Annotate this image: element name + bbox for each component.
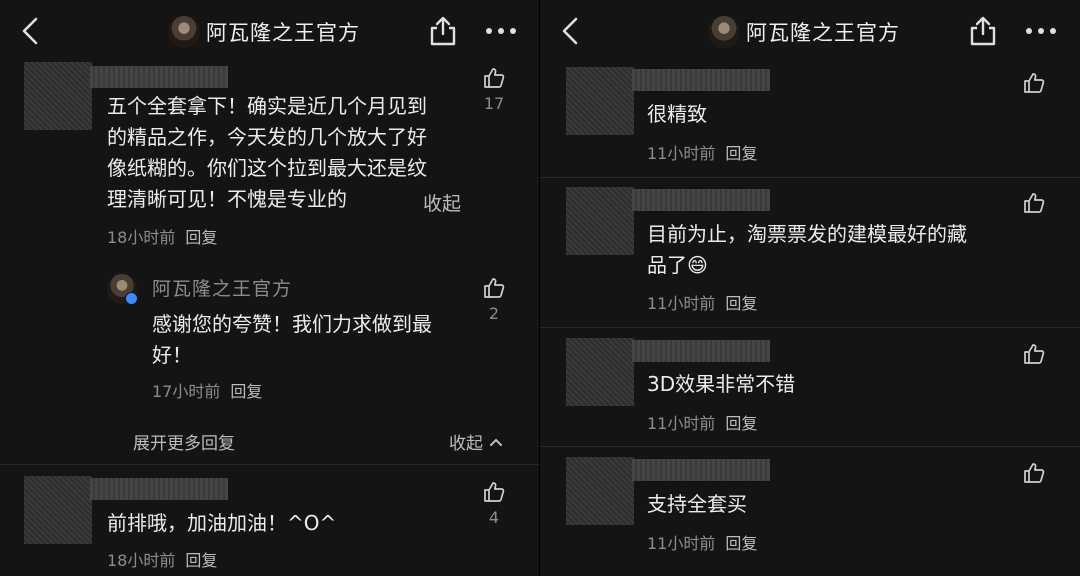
chevron-up-icon [490, 438, 502, 446]
right-panel: 阿瓦隆之王官方 很精致 11小时前 回复 目前为止，淘票票发的建模最好的藏 品了… [540, 0, 1080, 576]
share-icon [970, 16, 996, 46]
thumbs-up-icon [484, 482, 505, 502]
avatar [708, 16, 740, 48]
reply-button[interactable]: 回复 [230, 378, 262, 402]
username[interactable]: 阿瓦隆之王官方 [152, 274, 292, 301]
page-title[interactable]: 阿瓦隆之王官方 [708, 16, 900, 48]
reply-text: 感谢您的夸赞！我们力求做到最 好！ [152, 309, 482, 371]
timestamp: 11小时前 [647, 144, 716, 163]
like-button[interactable] [1019, 461, 1049, 485]
share-button[interactable] [966, 14, 1000, 48]
like-button[interactable]: 4 [479, 480, 509, 527]
username[interactable] [632, 189, 770, 211]
avatar[interactable] [566, 457, 634, 525]
chevron-left-icon [562, 17, 578, 45]
comment-meta: 18小时前 回复 [107, 547, 217, 571]
reply-button[interactable]: 回复 [725, 530, 757, 554]
timestamp: 18小时前 [107, 228, 176, 247]
comment-meta: 11小时前 回复 [647, 530, 757, 554]
fold-replies-button[interactable]: 收起 [449, 429, 503, 454]
top-bar: 阿瓦隆之王官方 [0, 0, 540, 62]
avatar[interactable] [566, 187, 634, 255]
like-button[interactable]: 2 [479, 276, 509, 323]
avatar[interactable] [566, 338, 634, 406]
thumbs-up-icon [484, 278, 505, 298]
comment-line: 像纸糊的。你们这个拉到最大还是纹 [107, 156, 427, 180]
back-button[interactable] [554, 14, 588, 48]
timestamp: 18小时前 [107, 551, 176, 570]
divider [540, 327, 1080, 328]
page-title-text: 阿瓦隆之王官方 [206, 21, 360, 45]
fold-label: 收起 [449, 434, 483, 454]
comment-text: 目前为止，淘票票发的建模最好的藏 品了😄 [647, 219, 1017, 281]
avatar[interactable] [566, 67, 634, 135]
comment-line: 好！ [152, 343, 192, 367]
divider [540, 177, 1080, 178]
page-title-text: 阿瓦隆之王官方 [746, 21, 900, 45]
chevron-left-icon [22, 17, 38, 45]
thumbs-up-icon [1024, 193, 1045, 213]
reply-button[interactable]: 回复 [185, 547, 217, 571]
avatar [168, 16, 200, 48]
username[interactable] [632, 459, 770, 481]
more-dots-icon [486, 28, 516, 34]
divider [540, 446, 1080, 447]
timestamp: 11小时前 [647, 294, 716, 313]
username[interactable] [90, 66, 228, 88]
timestamp: 11小时前 [647, 414, 716, 433]
comment-line: 品了😄 [647, 253, 708, 277]
comment-meta: 11小时前 回复 [647, 140, 757, 164]
like-button[interactable] [1019, 342, 1049, 366]
timestamp: 11小时前 [647, 534, 716, 553]
back-button[interactable] [14, 14, 48, 48]
page-title[interactable]: 阿瓦隆之王官方 [168, 16, 360, 48]
comment-text: 很精致 [647, 102, 707, 126]
reply-button[interactable]: 回复 [725, 290, 757, 314]
avatar[interactable] [24, 476, 92, 544]
like-button[interactable] [1019, 191, 1049, 215]
thumbs-up-icon [1024, 73, 1045, 93]
like-count: 4 [488, 508, 500, 527]
comment-text: 支持全套买 [647, 492, 747, 516]
comment-line: 的精品之作，今天发的几个放大了好 [107, 125, 427, 149]
comment-meta: 11小时前 回复 [647, 410, 757, 434]
reply-button[interactable]: 回复 [725, 410, 757, 434]
thumbs-up-icon [1024, 344, 1045, 364]
like-button[interactable]: 17 [479, 66, 509, 113]
expand-replies-button[interactable]: 展开更多回复 [133, 429, 235, 454]
collapse-button[interactable]: 收起 [423, 189, 461, 216]
timestamp: 17小时前 [152, 382, 221, 401]
username[interactable] [90, 478, 228, 500]
comment-line: 感谢您的夸赞！我们力求做到最 [152, 312, 432, 336]
share-icon [430, 16, 456, 46]
comment-line: 目前为止，淘票票发的建模最好的藏 [647, 222, 967, 246]
like-button[interactable] [1019, 71, 1049, 95]
thumbs-up-icon [484, 68, 505, 88]
comment-line: 五个全套拿下！确实是近几个月见到 [107, 94, 427, 118]
avatar[interactable] [24, 62, 92, 130]
more-dots-icon [1026, 28, 1056, 34]
comment-meta: 11小时前 回复 [647, 290, 757, 314]
comment-text: 3D效果非常不错 [647, 372, 796, 396]
like-count: 2 [488, 304, 500, 323]
reply-button[interactable]: 回复 [725, 140, 757, 164]
divider [0, 464, 540, 465]
comment-meta: 18小时前 回复 [107, 224, 217, 248]
top-bar: 阿瓦隆之王官方 [540, 0, 1080, 62]
comment-text: 五个全套拿下！确实是近几个月见到 的精品之作，今天发的几个放大了好 像纸糊的。你… [107, 91, 477, 215]
like-count: 17 [483, 94, 505, 113]
comment-line: 理清晰可见！不愧是专业的 [107, 187, 347, 211]
username[interactable] [632, 340, 770, 362]
reply-button[interactable]: 回复 [185, 224, 217, 248]
share-button[interactable] [426, 14, 460, 48]
comment-meta: 17小时前 回复 [152, 378, 262, 402]
thumbs-up-icon [1024, 463, 1045, 483]
username[interactable] [632, 69, 770, 91]
more-button[interactable] [1022, 18, 1060, 44]
comment-text: 前排哦，加油加油！^O^ [107, 511, 337, 535]
left-panel: 阿瓦隆之王官方 五个全套拿下！确实是近几个月见到 的精品之作，今天发的几个放大了… [0, 0, 540, 576]
more-button[interactable] [482, 18, 520, 44]
verified-badge-icon [125, 292, 138, 305]
